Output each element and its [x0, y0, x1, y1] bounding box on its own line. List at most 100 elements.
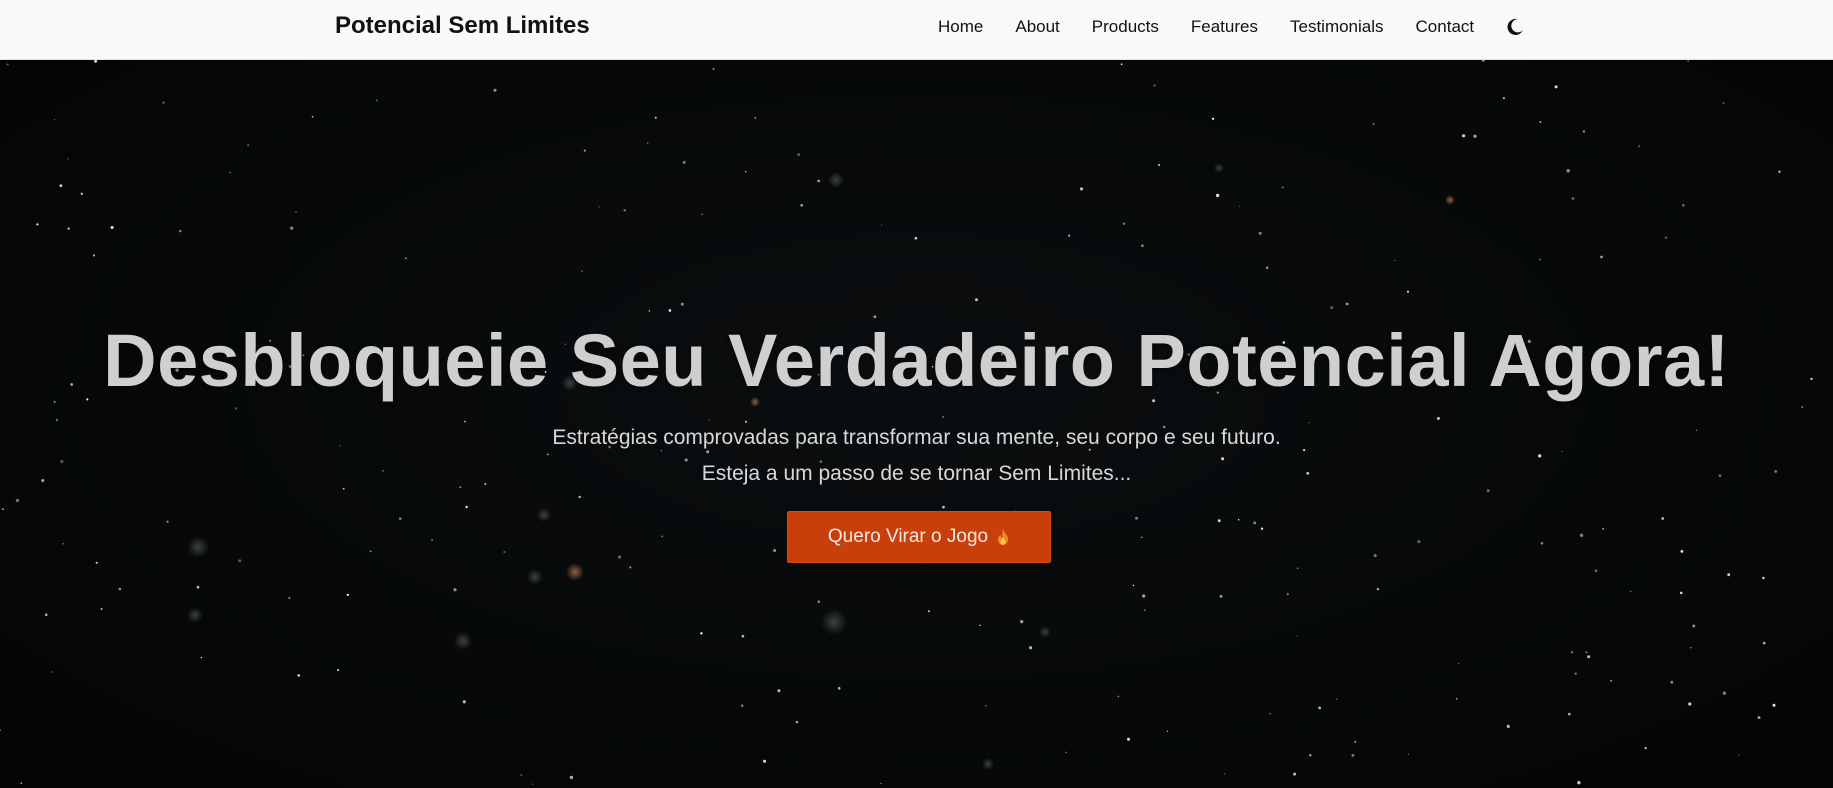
bokeh-light — [527, 569, 543, 585]
star-dot — [1554, 85, 1558, 89]
star-dot — [238, 559, 242, 563]
star-dot — [1296, 567, 1299, 569]
star-dot — [837, 687, 841, 690]
star-dot — [598, 206, 600, 208]
star-dot — [1221, 457, 1225, 461]
star-dot — [1602, 527, 1605, 530]
star-dot — [1600, 255, 1603, 259]
star-dot — [234, 407, 237, 410]
star-dot — [1687, 60, 1689, 62]
star-dot — [53, 118, 56, 121]
star-dot — [94, 60, 98, 63]
nav-link-home[interactable]: Home — [938, 17, 983, 37]
star-dot — [1068, 234, 1071, 237]
star-dot — [646, 142, 649, 144]
star-dot — [1265, 266, 1269, 270]
star-dot — [754, 116, 757, 119]
star-dot — [2, 508, 4, 510]
star-dot — [453, 588, 457, 592]
star-dot — [817, 179, 821, 183]
star-dot — [1144, 609, 1146, 611]
star-dot — [680, 302, 684, 306]
starfield-background — [0, 60, 1813, 785]
star-dot — [1166, 730, 1169, 732]
bokeh-light — [537, 508, 551, 522]
star-dot — [1373, 554, 1377, 558]
star-dot — [1644, 746, 1647, 750]
navbar: Potencial Sem Limites Home About Product… — [0, 0, 1833, 60]
star-dot — [1610, 679, 1613, 682]
star-dot — [288, 596, 291, 599]
star-dot — [369, 550, 372, 553]
star-dot — [1345, 302, 1349, 306]
hero-section: Desbloqueie Seu Verdadeiro Potencial Ago… — [0, 60, 1833, 788]
star-dot — [773, 549, 777, 552]
star-dot — [979, 624, 981, 627]
bokeh-light — [821, 609, 847, 635]
fire-icon — [996, 528, 1010, 546]
star-dot — [1354, 740, 1357, 743]
hero-subtitle-line2: Esteja a um passo de se tornar Sem Limit… — [701, 462, 1132, 485]
star-dot — [297, 674, 301, 677]
star-dot — [740, 704, 744, 707]
nav-link-contact[interactable]: Contact — [1416, 17, 1475, 37]
star-dot — [1141, 244, 1144, 247]
star-dot — [1296, 635, 1299, 637]
star-dot — [712, 67, 715, 70]
bokeh-light — [187, 607, 203, 623]
star-dot — [880, 224, 883, 226]
star-dot — [1258, 231, 1262, 235]
star-dot — [1680, 550, 1684, 553]
star-dot — [520, 774, 523, 776]
star-dot — [1801, 406, 1804, 408]
star-dot — [1473, 134, 1477, 138]
star-dot — [1141, 536, 1143, 538]
star-dot — [1538, 454, 1542, 458]
bokeh-light — [1214, 163, 1224, 173]
nav-link-products[interactable]: Products — [1092, 17, 1159, 37]
nav-link-features[interactable]: Features — [1191, 17, 1258, 37]
star-dot — [1561, 450, 1563, 453]
star-dot — [1223, 772, 1226, 775]
star-dot — [797, 153, 801, 157]
star-dot — [1570, 651, 1573, 654]
star-dot — [462, 700, 466, 704]
nav-link-testimonials[interactable]: Testimonials — [1290, 17, 1384, 37]
star-dot — [546, 453, 549, 456]
star-dot — [398, 517, 402, 520]
star-dot — [95, 561, 98, 564]
star-dot — [118, 587, 122, 591]
star-dot — [1738, 754, 1740, 756]
star-dot — [110, 226, 114, 229]
star-dot — [1293, 772, 1297, 776]
star-dot — [1486, 489, 1490, 493]
bokeh-light — [566, 563, 584, 581]
star-dot — [668, 309, 672, 312]
star-dot — [1568, 712, 1571, 716]
star-dot — [1079, 187, 1084, 191]
star-dot — [342, 487, 345, 490]
star-dot — [1135, 516, 1138, 520]
star-dot — [1762, 576, 1765, 580]
moon-icon[interactable] — [1504, 16, 1526, 38]
star-dot — [55, 418, 58, 421]
star-dot — [1436, 416, 1440, 420]
star-dot — [927, 610, 930, 613]
hero-title: Desbloqueie Seu Verdadeiro Potencial Ago… — [103, 319, 1730, 402]
star-dot — [985, 705, 987, 707]
star-dot — [80, 192, 84, 196]
star-dot — [162, 101, 165, 104]
star-dot — [1585, 651, 1588, 654]
star-dot — [1260, 527, 1264, 530]
star-dot — [1692, 624, 1696, 628]
cta-button[interactable]: Quero Virar o Jogo — [787, 511, 1051, 563]
star-dot — [464, 420, 466, 423]
bokeh-light — [828, 172, 844, 188]
nav-link-about[interactable]: About — [1015, 17, 1059, 37]
star-dot — [36, 223, 39, 226]
star-dot — [1727, 573, 1731, 577]
star-dot — [1120, 63, 1123, 66]
star-dot — [465, 505, 468, 509]
brand-logo[interactable]: Potencial Sem Limites — [335, 12, 590, 40]
star-dot — [1539, 121, 1542, 123]
